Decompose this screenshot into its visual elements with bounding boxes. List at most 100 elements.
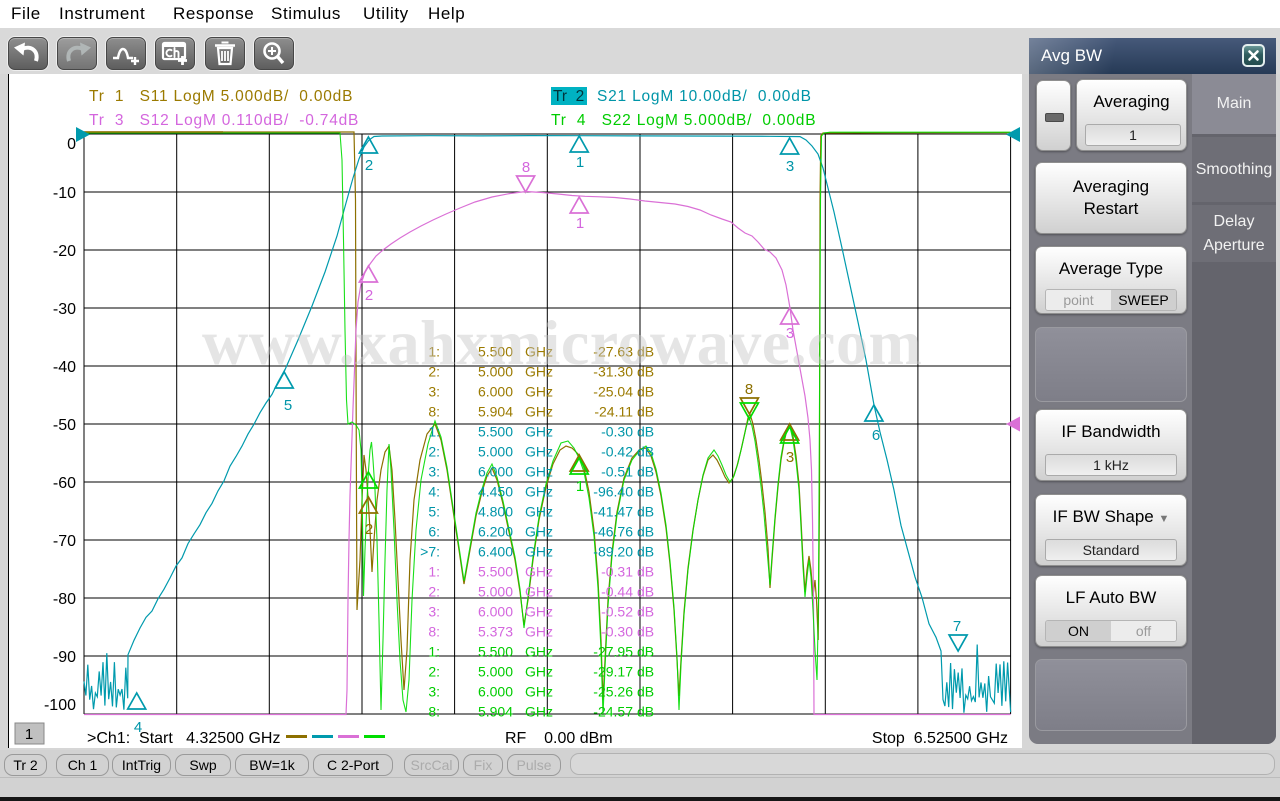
- svg-text:GHz: GHz: [525, 424, 553, 440]
- svg-text:6.000: 6.000: [478, 464, 513, 480]
- svg-text:1:: 1:: [428, 644, 440, 660]
- svg-text:8:: 8:: [428, 624, 440, 640]
- svg-text:1:: 1:: [428, 564, 440, 580]
- svg-text:3: 3: [786, 158, 794, 175]
- svg-text:S21 LogM 10.00dB/ 0.00dB: S21 LogM 10.00dB/ 0.00dB: [597, 88, 812, 105]
- svg-text:-0.52: -0.52: [601, 604, 633, 620]
- svg-text:-70: -70: [53, 533, 76, 550]
- svg-text:5:: 5:: [428, 504, 440, 520]
- svg-text:4.450: 4.450: [478, 484, 513, 500]
- svg-text:GHz: GHz: [525, 384, 553, 400]
- svg-text:>Ch1: Start 4.32500 GHz: >Ch1: Start 4.32500 GHz: [87, 730, 280, 747]
- svg-text:GHz: GHz: [525, 644, 553, 660]
- svg-text:4.800: 4.800: [478, 504, 513, 520]
- svg-text:-40: -40: [53, 359, 76, 376]
- svg-text:GHz: GHz: [525, 444, 553, 460]
- svg-text:8: 8: [522, 159, 530, 176]
- svg-text:-41.47: -41.47: [593, 504, 633, 520]
- svg-text:-27.95: -27.95: [593, 644, 633, 660]
- svg-text:GHz: GHz: [525, 544, 553, 560]
- svg-text:dB: dB: [637, 424, 654, 440]
- svg-text:dB: dB: [637, 464, 654, 480]
- svg-text:-24.57: -24.57: [593, 704, 633, 720]
- svg-text:8:: 8:: [428, 704, 440, 720]
- svg-text:8:: 8:: [428, 404, 440, 420]
- svg-text:4:: 4:: [428, 484, 440, 500]
- svg-text:5.000: 5.000: [478, 664, 513, 680]
- svg-text:Stop 6.52500 GHz: Stop 6.52500 GHz: [872, 730, 1008, 747]
- svg-text:8: 8: [745, 381, 753, 398]
- svg-text:-0.30: -0.30: [601, 424, 633, 440]
- svg-text:2: 2: [365, 521, 373, 538]
- svg-text:5.500: 5.500: [478, 564, 513, 580]
- svg-text:5.904: 5.904: [478, 404, 513, 420]
- svg-text:6.400: 6.400: [478, 544, 513, 560]
- svg-text:-96.40: -96.40: [593, 484, 633, 500]
- svg-text:-46.76: -46.76: [593, 524, 633, 540]
- svg-text:GHz: GHz: [525, 564, 553, 580]
- svg-text:Tr 3 S12 LogM 0.110dB/ -0.: Tr 3 S12 LogM 0.110dB/ -0.74dB: [89, 112, 359, 129]
- svg-text:dB: dB: [637, 644, 654, 660]
- svg-text:1: 1: [25, 726, 33, 743]
- svg-text:-0.44: -0.44: [601, 584, 633, 600]
- svg-text:-24.11: -24.11: [594, 404, 633, 420]
- svg-text:-10: -10: [53, 185, 76, 202]
- svg-text:5.500: 5.500: [478, 424, 513, 440]
- svg-text:2: 2: [365, 157, 373, 174]
- svg-text:-0.30: -0.30: [601, 624, 633, 640]
- svg-text:5.904: 5.904: [478, 704, 513, 720]
- svg-text:GHz: GHz: [525, 684, 553, 700]
- svg-text:3:: 3:: [428, 684, 440, 700]
- svg-text:3: 3: [786, 449, 794, 466]
- svg-text:-30: -30: [53, 301, 76, 318]
- svg-text:5.000: 5.000: [478, 444, 513, 460]
- svg-text:5.000: 5.000: [478, 584, 513, 600]
- svg-text:dB: dB: [637, 504, 654, 520]
- svg-text:dB: dB: [637, 484, 654, 500]
- svg-text:dB: dB: [637, 404, 654, 420]
- svg-text:Tr 1 S11 LogM 5.000dB/ 0.0: Tr 1 S11 LogM 5.000dB/ 0.00dB: [89, 88, 353, 105]
- svg-text:1: 1: [576, 154, 584, 171]
- svg-text:-0.42: -0.42: [601, 444, 633, 460]
- svg-text:6.200: 6.200: [478, 524, 513, 540]
- svg-text:dB: dB: [637, 524, 654, 540]
- svg-text:3:: 3:: [428, 464, 440, 480]
- svg-text:Tr 4 S22 LogM 5.000dB/ 0.0: Tr 4 S22 LogM 5.000dB/ 0.00dB: [551, 112, 816, 129]
- svg-text:Tr 2: Tr 2: [553, 88, 584, 105]
- svg-text:5: 5: [284, 397, 292, 414]
- svg-text:dB: dB: [637, 664, 654, 680]
- svg-text:dB: dB: [637, 544, 654, 560]
- svg-text:-89.20: -89.20: [593, 544, 633, 560]
- svg-text:0: 0: [67, 136, 76, 153]
- svg-text:GHz: GHz: [525, 604, 553, 620]
- svg-text:6:: 6:: [428, 524, 440, 540]
- svg-text:GHz: GHz: [525, 504, 553, 520]
- svg-text:-90: -90: [53, 649, 76, 666]
- svg-text:6: 6: [872, 427, 880, 444]
- svg-text:3:: 3:: [428, 384, 440, 400]
- svg-text:dB: dB: [637, 444, 654, 460]
- svg-text:dB: dB: [637, 604, 654, 620]
- svg-text:-50: -50: [53, 417, 76, 434]
- svg-text:1: 1: [576, 215, 584, 232]
- svg-text:RF 0.00 dBm: RF 0.00 dBm: [505, 730, 613, 747]
- svg-text:dB: dB: [637, 384, 654, 400]
- svg-text:dB: dB: [637, 624, 654, 640]
- svg-text:2:: 2:: [428, 584, 440, 600]
- svg-text:2:: 2:: [428, 444, 440, 460]
- svg-text:dB: dB: [637, 564, 654, 580]
- svg-text:2: 2: [365, 287, 373, 304]
- svg-text:GHz: GHz: [525, 484, 553, 500]
- svg-text:GHz: GHz: [525, 704, 553, 720]
- svg-text:-0.31: -0.31: [601, 564, 633, 580]
- svg-text:dB: dB: [637, 704, 654, 720]
- svg-text:-20: -20: [53, 243, 76, 260]
- svg-text:GHz: GHz: [525, 624, 553, 640]
- svg-text:-80: -80: [53, 591, 76, 608]
- svg-text:-25.04: -25.04: [593, 384, 633, 400]
- svg-text:GHz: GHz: [525, 464, 553, 480]
- svg-text:dB: dB: [637, 684, 654, 700]
- svg-text:-0.51: -0.51: [601, 464, 633, 480]
- svg-text:2:: 2:: [428, 664, 440, 680]
- svg-text:>7:: >7:: [420, 544, 440, 560]
